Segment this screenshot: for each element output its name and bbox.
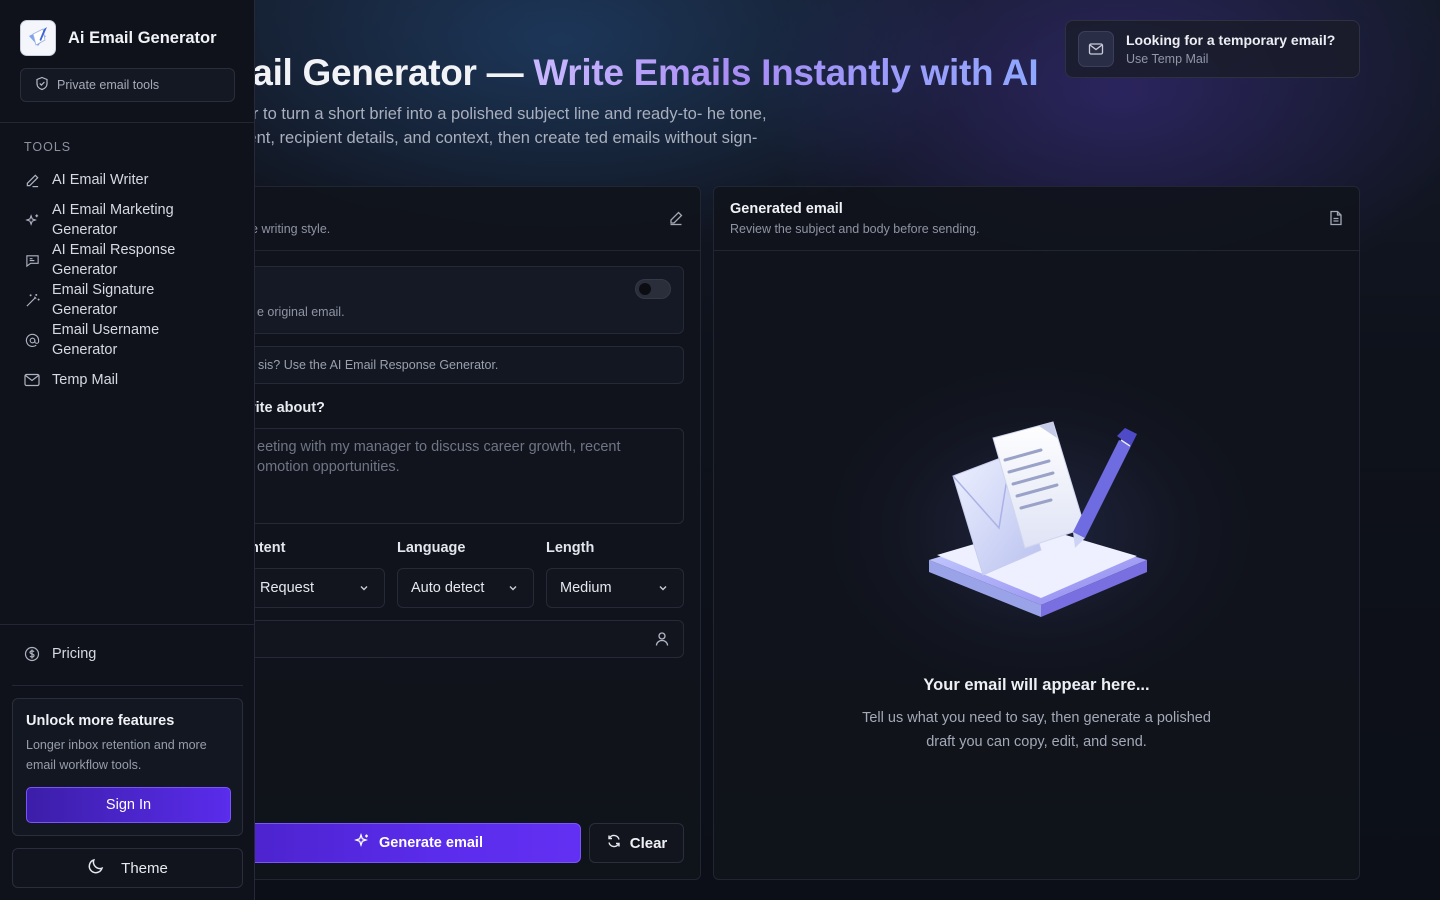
chevron-down-icon	[657, 582, 669, 598]
clear-label: Clear	[629, 834, 668, 852]
message-reply-icon	[24, 253, 40, 268]
intent-label: ntent	[250, 540, 286, 556]
sidebar-item-ai-email-marketing[interactable]: AI Email Marketing Generator	[24, 200, 222, 240]
moon-icon	[87, 857, 105, 879]
response-generator-hint[interactable]: sis? Use the AI Email Response Generator…	[216, 346, 684, 384]
brief-label: rite about?	[250, 400, 325, 416]
page-title-plain: nail Generator —	[230, 52, 534, 93]
generate-email-label: Generate email	[379, 835, 483, 851]
magic-wand-icon	[24, 293, 40, 308]
sidebar-divider	[0, 624, 255, 625]
sidebar-item-label: Email Signature Generator	[52, 282, 155, 318]
sidebar-item-ai-email-response[interactable]: AI Email Response Generator	[24, 240, 222, 280]
page-title: nail Generator — Write Emails Instantly …	[230, 52, 1039, 94]
mail-icon	[24, 373, 40, 387]
language-select[interactable]: Auto detect	[397, 568, 534, 608]
unlock-description: Longer inbox retention and more email wo…	[26, 738, 207, 772]
reply-mode-box: e original email.	[216, 266, 684, 334]
mail-icon	[1078, 31, 1114, 67]
length-label: Length	[546, 540, 595, 556]
pencil-icon	[24, 173, 40, 188]
document-icon[interactable]	[1329, 210, 1343, 231]
reply-mode-subtitle: e original email.	[257, 305, 345, 319]
clear-button[interactable]: Clear	[589, 823, 684, 863]
sidebar-item-email-username[interactable]: Email Username Generator	[24, 320, 222, 360]
recipient-input[interactable]	[216, 620, 684, 658]
reply-mode-toggle[interactable]	[635, 279, 671, 299]
unlock-features-card: Unlock more features Longer inbox retent…	[12, 698, 243, 836]
generate-email-button[interactable]: Generate email	[216, 823, 581, 863]
compose-panel-title	[217, 201, 684, 217]
sparkles-icon	[354, 833, 370, 853]
shield-check-icon	[35, 76, 49, 94]
length-select-value: Medium	[560, 580, 612, 596]
unlock-title: Unlock more features	[26, 713, 175, 729]
sidebar-item-email-signature[interactable]: Email Signature Generator	[24, 280, 222, 320]
sign-in-button[interactable]: Sign In	[26, 787, 231, 823]
sidebar-item-label: AI Email Response Generator	[52, 242, 176, 278]
temp-mail-banner-title: Looking for a temporary email?	[1126, 32, 1336, 48]
private-badge: Private email tools	[20, 68, 235, 102]
language-select-value: Auto detect	[411, 580, 485, 596]
at-sign-icon	[24, 333, 40, 348]
temp-mail-banner-subtitle: Use Temp Mail	[1126, 52, 1209, 66]
sidebar-item-label: AI Email Writer	[52, 172, 149, 188]
output-panel-subtitle: Review the subject and body before sendi…	[730, 222, 980, 236]
chevron-down-icon	[507, 582, 519, 598]
empty-state-title: Your email will appear here...	[923, 676, 1150, 694]
sidebar-item-label: Temp Mail	[52, 372, 119, 388]
empty-state-description: Tell us what you need to say, then gener…	[862, 710, 1211, 750]
page-title-highlight: Write Emails Instantly with AI	[533, 52, 1039, 93]
sidebar-divider	[12, 685, 243, 686]
email-illustration	[929, 421, 1147, 617]
sidebar-item-pricing[interactable]: Pricing	[24, 644, 222, 664]
theme-label: Theme	[121, 859, 168, 877]
toggle-knob	[639, 283, 651, 295]
sidebar-item-label: Pricing	[52, 646, 97, 662]
length-select[interactable]: Medium	[546, 568, 684, 608]
sidebar-item-label: AI Email Marketing Generator	[52, 202, 174, 238]
page-description: ator to turn a short brief into a polish…	[230, 105, 767, 171]
intent-select-value: Request	[260, 580, 315, 596]
brand[interactable]: Ai Email Generator	[20, 20, 217, 56]
language-label: Language	[397, 540, 466, 556]
compose-panel-subtitle: ose the writing style.	[217, 222, 331, 236]
sparkles-icon	[24, 213, 40, 228]
user-icon	[655, 631, 669, 652]
sidebar: Ai Email Generator Private email tools T…	[0, 0, 255, 900]
compose-panel-header: ose the writing style.	[201, 187, 700, 251]
sidebar-item-label: Email Username Generator	[52, 322, 160, 358]
dollar-circle-icon	[24, 646, 40, 662]
edit-icon[interactable]	[668, 210, 684, 231]
temp-mail-banner[interactable]: Looking for a temporary email? Use Temp …	[1065, 20, 1360, 78]
sidebar-item-ai-email-writer[interactable]: AI Email Writer	[24, 170, 222, 190]
output-panel-title: Generated email	[730, 201, 843, 217]
private-badge-label: Private email tools	[57, 78, 160, 92]
tools-heading: TOOLS	[24, 140, 72, 154]
theme-toggle-button[interactable]: Theme	[12, 848, 243, 888]
sidebar-item-temp-mail[interactable]: Temp Mail	[24, 370, 222, 390]
chevron-down-icon	[358, 582, 370, 598]
app-logo-icon	[20, 20, 56, 56]
brief-textarea[interactable]: eeting with my manager to discuss career…	[216, 428, 684, 524]
output-panel-header: Generated email Review the subject and b…	[714, 187, 1359, 251]
sidebar-divider	[0, 122, 255, 123]
refresh-icon	[606, 833, 622, 853]
brand-name: Ai Email Generator	[68, 28, 217, 47]
